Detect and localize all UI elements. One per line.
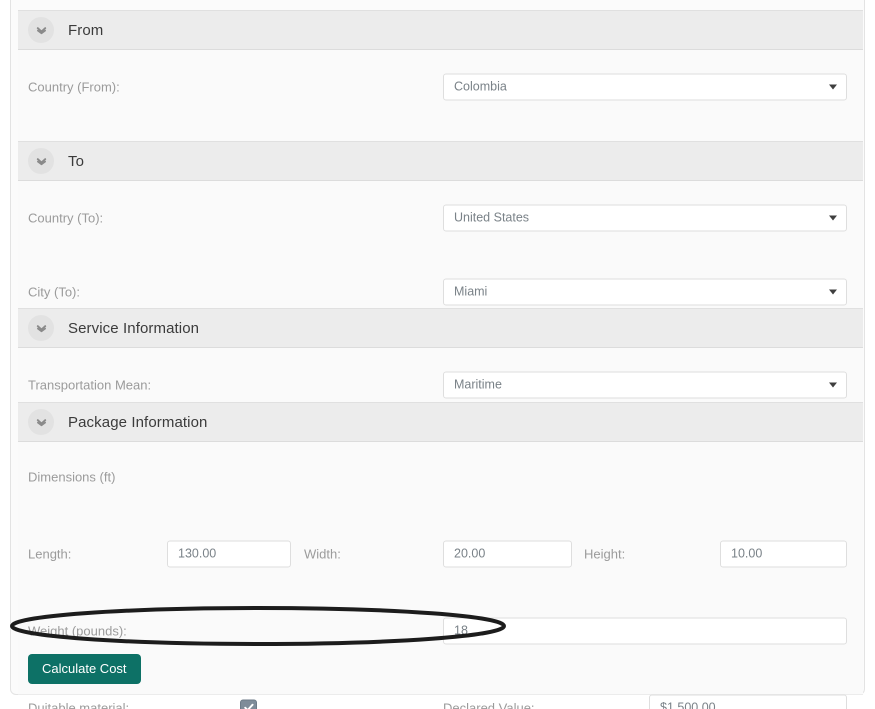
section-package-information: Package Information Dimensions (ft) Leng…	[18, 402, 863, 709]
width-input[interactable]: 20.00	[443, 540, 572, 567]
height-value: 10.00	[731, 546, 763, 561]
label-country-to: Country (To):	[28, 210, 104, 225]
label-duitable-material: Duitable material:	[28, 700, 130, 709]
label-width: Width:	[304, 546, 341, 561]
declared-value-value: $1,500.00	[660, 700, 716, 709]
label-country-from: Country (From):	[28, 79, 120, 94]
section-header-from[interactable]: From	[18, 10, 863, 50]
section-to: To Country (To): United States City (To)…	[18, 141, 863, 379]
checkmark-icon	[243, 703, 254, 709]
chevron-down-icon[interactable]	[28, 315, 54, 341]
city-to-select[interactable]: Miami	[443, 278, 847, 305]
field-row-city-to: City (To): Miami	[18, 273, 863, 310]
width-value: 20.00	[454, 546, 486, 561]
caret-down-icon	[829, 84, 837, 90]
country-to-value: United States	[454, 210, 530, 225]
section-body-to: Country (To): United States City (To): M…	[18, 181, 863, 379]
section-title-from: From	[68, 21, 104, 39]
dimensions-label: Dimensions (ft)	[28, 469, 116, 484]
chevron-down-icon[interactable]	[28, 409, 54, 435]
section-header-to[interactable]: To	[18, 141, 863, 181]
field-row-country-to: Country (To): United States	[18, 199, 863, 236]
caret-down-icon	[829, 215, 837, 221]
length-input[interactable]: 130.00	[167, 540, 291, 567]
length-value: 130.00	[178, 546, 217, 561]
section-title-package-information: Package Information	[68, 413, 208, 431]
section-body-package-information: Dimensions (ft) Length: 130.00 Width: 20…	[18, 442, 863, 709]
section-body-from: Country (From): Colombia City (From): Bo…	[18, 50, 863, 174]
calculate-cost-button[interactable]: Calculate Cost	[28, 654, 141, 684]
label-length: Length:	[28, 546, 72, 561]
height-input[interactable]: 10.00	[720, 540, 847, 567]
label-height: Height:	[584, 546, 626, 561]
chevron-down-icon[interactable]	[28, 17, 54, 43]
transportation-mean-select[interactable]: Maritime	[443, 371, 847, 398]
city-to-value: Miami	[454, 284, 488, 299]
field-row-transportation-mean: Transportation Mean: Maritime	[18, 366, 863, 403]
weight-value: 18	[454, 623, 468, 638]
shipping-cost-form-page: From Country (From): Colombia City (From…	[0, 0, 875, 709]
section-header-package-information[interactable]: Package Information	[18, 402, 863, 442]
label-transportation-mean: Transportation Mean:	[28, 377, 152, 392]
chevron-down-icon[interactable]	[28, 148, 54, 174]
field-row-country-from: Country (From): Colombia	[18, 68, 863, 105]
country-to-select[interactable]: United States	[443, 204, 847, 231]
label-declared-value: Declared Value:	[443, 700, 535, 709]
transportation-mean-value: Maritime	[454, 377, 502, 392]
country-from-value: Colombia	[454, 79, 507, 94]
dimensions-row: Length: 130.00 Width: 20.00 Height: 10.0…	[18, 535, 863, 572]
label-weight: Weight (pounds):	[28, 623, 127, 638]
country-from-select[interactable]: Colombia	[443, 73, 847, 100]
weight-input[interactable]: 18	[443, 617, 847, 644]
label-city-to: City (To):	[28, 284, 80, 299]
section-from: From Country (From): Colombia City (From…	[18, 10, 863, 174]
weight-row: Weight (pounds): 18	[18, 612, 863, 649]
caret-down-icon	[829, 289, 837, 295]
caret-down-icon	[829, 382, 837, 388]
duitable-material-checkbox[interactable]	[240, 699, 257, 709]
section-service-information: Service Information Transportation Mean:…	[18, 308, 863, 403]
section-title-service-information: Service Information	[68, 319, 200, 337]
section-header-service-information[interactable]: Service Information	[18, 308, 863, 348]
dimensions-caption-row: Dimensions (ft)	[18, 458, 863, 495]
calculate-button-row: Calculate Cost	[18, 646, 863, 698]
section-title-to: To	[68, 152, 85, 170]
section-body-service-information: Transportation Mean: Maritime	[18, 348, 863, 403]
